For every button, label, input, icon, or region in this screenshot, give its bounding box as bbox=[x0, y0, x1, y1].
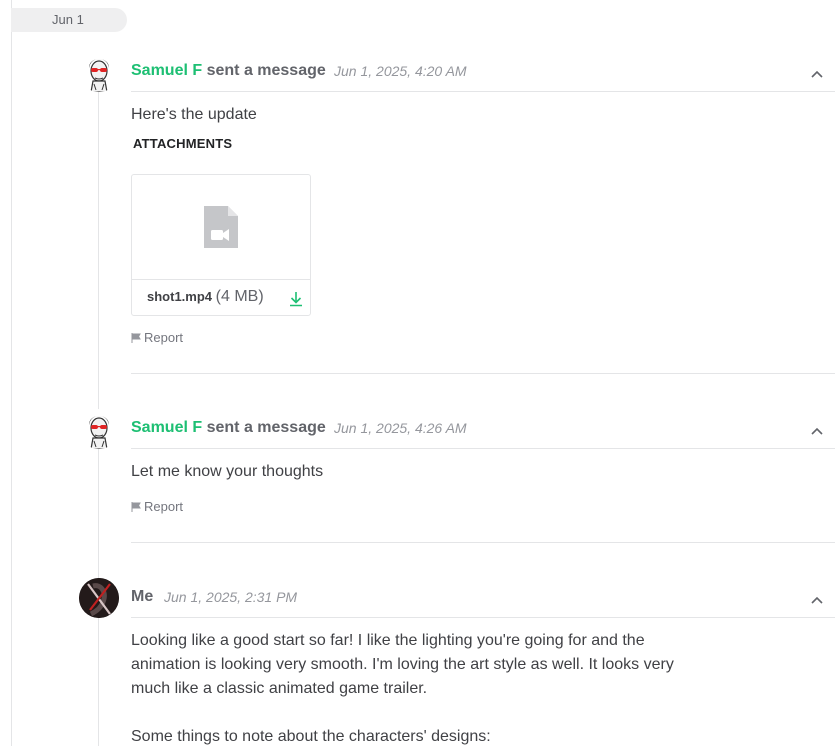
statue-avatar-icon bbox=[79, 52, 119, 92]
statue-avatar-icon bbox=[79, 409, 119, 449]
message-header: Samuel F sent a message Jun 1, 2025, 4:2… bbox=[131, 415, 835, 449]
header-rule bbox=[131, 448, 835, 449]
video-file-icon bbox=[204, 206, 238, 248]
download-icon[interactable] bbox=[289, 291, 303, 307]
avatar[interactable] bbox=[79, 578, 119, 618]
sender-name[interactable]: Me bbox=[131, 588, 153, 606]
header-rule bbox=[131, 91, 835, 92]
report-link[interactable]: Report bbox=[131, 499, 183, 514]
message-text: Let me know your thoughts bbox=[131, 463, 324, 480]
dark-figure-avatar-icon bbox=[79, 578, 119, 618]
sender-name[interactable]: Samuel F sent a message bbox=[131, 419, 326, 437]
message-text-line: Looking like a good start so far! I like… bbox=[131, 632, 645, 649]
message-text-line: much like a classic animated game traile… bbox=[131, 680, 428, 697]
flag-icon bbox=[131, 502, 141, 512]
message-divider bbox=[131, 373, 835, 374]
message-verb: sent a message bbox=[206, 62, 326, 79]
message-header: Me Jun 1, 2025, 2:31 PM bbox=[131, 584, 835, 618]
attachment-size: (4 MB) bbox=[215, 288, 264, 305]
message-verb: sent a message bbox=[206, 419, 326, 436]
date-separator-label: Jun 1 bbox=[52, 12, 84, 27]
attachment-thumbnail[interactable] bbox=[132, 175, 310, 280]
flag-icon bbox=[131, 333, 141, 343]
attachment-card[interactable]: shot1.mp4 (4 MB) bbox=[131, 174, 311, 316]
avatar[interactable] bbox=[79, 409, 119, 449]
date-separator: Jun 1 bbox=[11, 8, 127, 32]
chevron-up-icon[interactable] bbox=[809, 592, 825, 608]
chevron-up-icon[interactable] bbox=[809, 423, 825, 439]
message-divider bbox=[131, 542, 835, 543]
message-text-line: Some things to note about the characters… bbox=[131, 728, 491, 745]
message-timestamp: Jun 1, 2025, 4:20 AM bbox=[334, 63, 467, 79]
sender-name[interactable]: Samuel F sent a message bbox=[131, 62, 326, 80]
message-header: Samuel F sent a message Jun 1, 2025, 4:2… bbox=[131, 58, 835, 92]
timeline-rail bbox=[11, 0, 12, 746]
avatar[interactable] bbox=[79, 52, 119, 92]
message-text: Here's the update bbox=[131, 106, 257, 123]
chevron-up-icon[interactable] bbox=[809, 66, 825, 82]
attachment-filename: shot1.mp4 (4 MB) bbox=[147, 288, 264, 305]
attachments-title: ATTACHMENTS bbox=[133, 136, 233, 151]
message-timestamp: Jun 1, 2025, 2:31 PM bbox=[164, 589, 298, 605]
message-timestamp: Jun 1, 2025, 4:26 AM bbox=[334, 420, 467, 436]
header-rule bbox=[131, 617, 835, 618]
message-text-line: animation is looking very smooth. I'm lo… bbox=[131, 656, 674, 673]
report-link[interactable]: Report bbox=[131, 330, 183, 345]
